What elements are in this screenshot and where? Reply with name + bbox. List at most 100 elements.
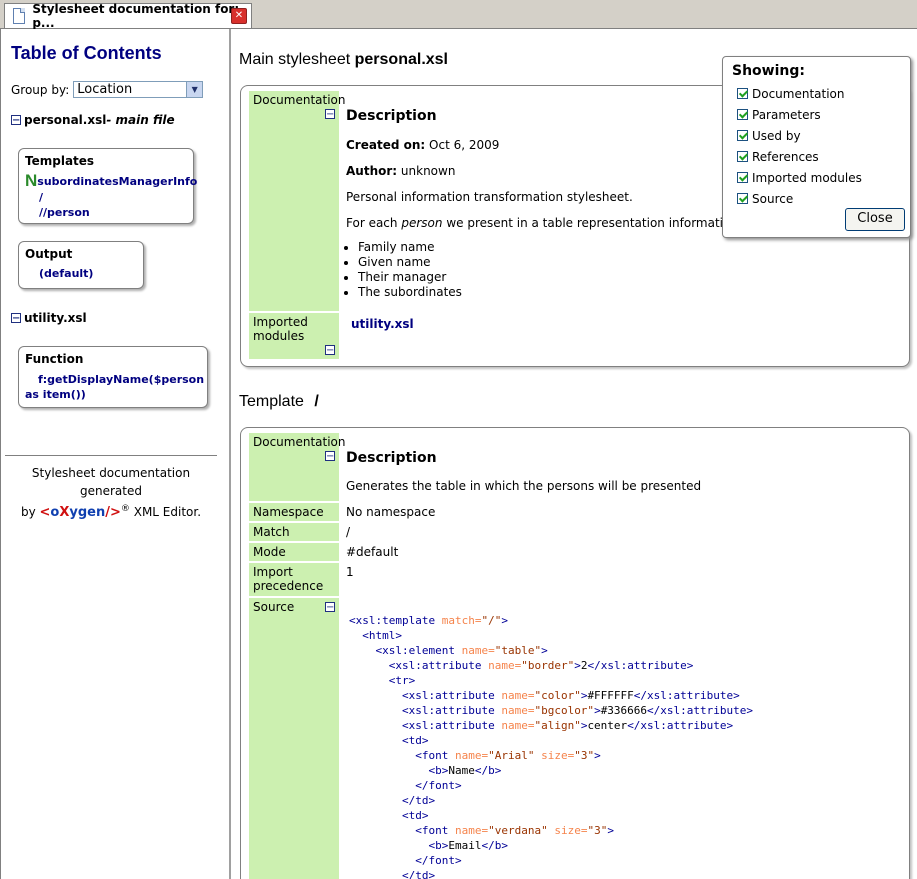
desc-text: Personal information transformation styl… — [346, 190, 633, 204]
templates-header: Templates — [25, 154, 95, 168]
template-link-subordinates[interactable]: subordinatesManagerInfo — [37, 175, 197, 188]
groupby-row: Group by: Location ▼ — [11, 81, 204, 98]
namespace-label: Namespace — [249, 503, 339, 521]
file-personal-name[interactable]: personal.xsl — [24, 113, 106, 127]
showing-title: Showing: — [732, 63, 805, 79]
created-label: Created on: — [346, 138, 426, 152]
templates-box: Templates N subordinatesManagerInfo / //… — [18, 148, 197, 224]
match-label: Match — [249, 523, 339, 541]
info-list: Family name Given name Their manager The… — [346, 240, 766, 300]
file-utility-name[interactable]: utility.xsl — [24, 311, 87, 325]
match-value: / — [346, 525, 351, 539]
t-doc-label: Documentation − — [249, 433, 346, 501]
imported-link[interactable]: utility.xsl — [351, 317, 414, 331]
doc-value: Description Created on: Oct 6, 2009 Auth… — [346, 108, 766, 300]
file-utility: − utility.xsl — [11, 311, 87, 325]
template-link-root[interactable]: / — [39, 191, 187, 205]
t-desc-title: Description — [346, 450, 437, 466]
template-heading: Template / — [239, 393, 319, 411]
named-template-icon: N — [25, 171, 38, 190]
desc-title: Description — [346, 108, 437, 124]
tab-stylesheet-doc[interactable]: Stylesheet documentation for: p... ✕ — [4, 2, 252, 30]
show-references[interactable]: References — [737, 146, 910, 167]
checkbox[interactable] — [737, 193, 748, 204]
collapse-icon[interactable]: − — [325, 451, 335, 462]
showing-panel: Showing: Documentation Parameters Used b… — [722, 56, 911, 238]
oxygen-logo[interactable]: <oXygen/> — [40, 505, 121, 520]
document-icon — [13, 8, 26, 24]
output-header: Output — [25, 247, 73, 261]
namespace-value: No namespace — [346, 505, 436, 519]
list-item: Family name — [358, 240, 766, 255]
foreach-em: person — [401, 216, 443, 230]
checkbox[interactable] — [737, 130, 748, 141]
author-value: unknown — [400, 164, 456, 178]
foreach-post: we present in a table representation inf… — [446, 216, 767, 230]
t-doc-value: Description Generates the table in which… — [346, 450, 701, 493]
generator-by: by — [20, 505, 36, 519]
function-header: Function — [25, 352, 84, 366]
main-heading-label: Main stylesheet — [239, 51, 351, 68]
output-link-default[interactable]: (default) — [39, 267, 137, 280]
close-icon[interactable]: ✕ — [231, 8, 247, 24]
precedence-value: 1 — [346, 565, 354, 579]
generator-footer: Stylesheet documentation generated by <o… — [5, 455, 217, 522]
t-doc-row: Documentation − Description Generates th… — [249, 433, 895, 501]
collapse-icon[interactable]: − — [325, 602, 335, 613]
chevron-down-icon[interactable]: ▼ — [186, 82, 203, 97]
match-row: Match / — [249, 523, 895, 541]
main-heading-name: personal.xsl — [354, 51, 448, 68]
source-row: Source − <xsl:template match="/"> <html>… — [249, 598, 895, 879]
show-used-by[interactable]: Used by — [737, 125, 910, 146]
mode-label: Mode — [249, 543, 339, 561]
foreach-pre: For each — [346, 216, 398, 230]
imported-label: Imported modules − — [249, 313, 339, 359]
collapse-icon[interactable]: − — [325, 109, 335, 120]
groupby-label: Group by: — [11, 82, 70, 97]
collapse-icon[interactable]: − — [11, 313, 21, 324]
collapse-icon[interactable]: − — [325, 345, 335, 356]
doc-label: Documentation − — [249, 91, 346, 311]
checkbox[interactable] — [737, 88, 748, 99]
checkbox[interactable] — [737, 109, 748, 120]
show-imported-modules[interactable]: Imported modules — [737, 167, 910, 188]
source-code: <xsl:template match="/"> <html> <xsl:ele… — [349, 614, 754, 879]
checkbox[interactable] — [737, 151, 748, 162]
file-personal: − personal.xsl - main file — [11, 113, 175, 127]
template-link-person[interactable]: //person — [39, 205, 187, 221]
output-box: Output (default) — [18, 241, 144, 289]
mode-value: #default — [346, 545, 399, 559]
generator-suffix: XML Editor. — [133, 505, 202, 519]
imported-row: Imported modules − utility.xsl — [249, 313, 895, 359]
show-documentation[interactable]: Documentation — [737, 83, 910, 104]
registered-mark: ® — [120, 504, 130, 514]
function-link[interactable]: f:getDisplayName($person as item()) — [25, 372, 204, 402]
checkbox[interactable] — [737, 172, 748, 183]
template-section: Documentation − Description Generates th… — [240, 427, 910, 879]
groupby-select[interactable]: Location ▼ — [73, 81, 204, 98]
list-item: Their manager — [358, 270, 766, 285]
namespace-row: Namespace No namespace — [249, 503, 895, 521]
template-heading-label: Template — [239, 393, 304, 410]
collapse-icon[interactable]: − — [11, 115, 21, 126]
function-box: Function f:getDisplayName($person as ite… — [18, 346, 208, 408]
main-stylesheet-heading: Main stylesheet personal.xsl — [239, 51, 448, 69]
author-label: Author: — [346, 164, 398, 178]
precedence-row: Import precedence 1 — [249, 563, 895, 596]
template-heading-name: / — [314, 393, 319, 410]
show-source[interactable]: Source — [737, 188, 910, 209]
tab-title: Stylesheet documentation for: p... — [32, 2, 240, 30]
list-item: Given name — [358, 255, 766, 270]
file-personal-suffix: - main file — [106, 113, 175, 127]
toc-sidebar: Table of Contents Group by: Location ▼ −… — [1, 29, 231, 879]
groupby-value: Location — [77, 82, 133, 97]
t-desc-text: Generates the table in which the persons… — [346, 479, 702, 493]
created-value: Oct 6, 2009 — [429, 138, 500, 152]
source-label: Source − — [249, 598, 339, 879]
close-button[interactable]: Close — [845, 208, 905, 231]
show-parameters[interactable]: Parameters — [737, 104, 910, 125]
mode-row: Mode #default — [249, 543, 895, 561]
toc-title: Table of Contents — [11, 43, 162, 63]
tab-bar: Stylesheet documentation for: p... ✕ — [0, 0, 917, 30]
list-item: The subordinates — [358, 285, 766, 300]
